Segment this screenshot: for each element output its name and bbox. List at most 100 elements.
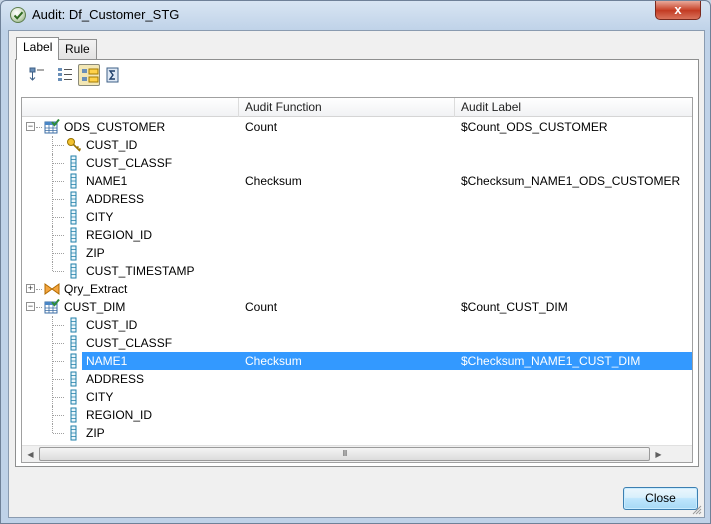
column-icon — [70, 317, 77, 333]
collapse-tree-button[interactable] — [26, 64, 48, 86]
tree-connector — [53, 163, 64, 164]
tree-row[interactable]: ADDRESS — [22, 370, 692, 388]
node-name: REGION_ID — [86, 408, 153, 422]
collapse-icon[interactable]: − — [26, 302, 35, 311]
header-audit-label[interactable]: Audit Label — [454, 98, 692, 117]
audit-label-cell[interactable]: $Checksum_NAME1_ODS_CUSTOMER — [461, 172, 680, 190]
column-icon — [70, 353, 77, 369]
horizontal-scrollbar[interactable]: ◀ III ▶ — [22, 445, 692, 462]
tree-row[interactable]: CITY — [22, 208, 692, 226]
query-transform-icon — [44, 283, 60, 295]
audit-dialog: Audit: Df_Customer_STG x Label Rule Audi… — [0, 0, 711, 524]
scroll-left-arrow[interactable]: ◀ — [22, 446, 39, 462]
expand-all-icon — [58, 68, 72, 81]
node-name: NAME1 — [86, 354, 128, 368]
node-name: CUST_DIM — [64, 300, 126, 314]
column-icon — [70, 227, 77, 243]
tree-row[interactable]: CUST_ID — [22, 136, 692, 154]
column-icon — [70, 371, 77, 387]
node-name: CUST_TIMESTAMP — [86, 264, 195, 278]
window-close-button[interactable]: x — [655, 1, 701, 20]
tree-row[interactable]: ZIP — [22, 424, 692, 442]
tree-row[interactable]: ZIP — [22, 244, 692, 262]
expand-icon[interactable]: + — [26, 284, 35, 293]
node-name: Qry_Extract — [64, 282, 128, 296]
tree-row[interactable]: + Qry_Extract — [22, 280, 692, 298]
tree-row[interactable]: NAME1 Checksum $Checksum_NAME1_CUST_DIM — [22, 352, 692, 370]
tree-row[interactable]: − ODS_CUSTOMER Count $Count_ODS_CUSTOMER — [22, 118, 692, 136]
audit-function-cell[interactable]: Count — [245, 298, 277, 316]
column-icon — [70, 335, 77, 351]
title-bar[interactable]: Audit: Df_Customer_STG x — [1, 1, 710, 29]
audit-label-cell[interactable]: $Checksum_NAME1_CUST_DIM — [461, 352, 640, 370]
tree-row[interactable]: − CUST_DIM Count $Count_CUST_DIM — [22, 298, 692, 316]
audit-function-cell[interactable]: Checksum — [245, 352, 302, 370]
dialog-body: Label Rule Audit Function Audit Label − … — [8, 30, 705, 518]
tree-connector — [52, 262, 53, 271]
header-audit-function[interactable]: Audit Function — [238, 98, 454, 117]
show-labeled-only-button[interactable] — [78, 64, 100, 86]
label-tab-panel: Audit Function Audit Label − ODS_CUSTOMER… — [15, 59, 699, 467]
tree-connector — [53, 379, 64, 380]
tree-connector — [53, 217, 64, 218]
audit-label-cell[interactable]: $Count_CUST_DIM — [461, 298, 568, 316]
column-icon — [70, 155, 77, 171]
node-name: ODS_CUSTOMER — [64, 120, 166, 134]
app-check-icon — [10, 7, 26, 23]
node-name: ZIP — [86, 426, 105, 440]
scroll-right-arrow[interactable]: ▶ — [650, 446, 667, 462]
tree-row[interactable]: CUST_CLASSF — [22, 334, 692, 352]
tree-connector — [52, 424, 53, 433]
tree-connector — [53, 199, 64, 200]
node-name: ADDRESS — [86, 372, 145, 386]
table-icon — [44, 119, 60, 134]
header-object[interactable] — [22, 98, 238, 117]
column-icon — [70, 245, 77, 261]
tree-connector — [53, 181, 64, 182]
sigma-function-button[interactable] — [102, 64, 124, 86]
tree-row[interactable]: CUST_TIMESTAMP — [22, 262, 692, 280]
tree-row[interactable]: CUST_ID — [22, 316, 692, 334]
column-icon — [70, 425, 77, 441]
tree-row[interactable]: REGION_ID — [22, 406, 692, 424]
audit-function-cell[interactable]: Count — [245, 118, 277, 136]
collapse-icon[interactable]: − — [26, 122, 35, 131]
node-name: CITY — [86, 210, 114, 224]
tree-row[interactable]: NAME1 Checksum $Checksum_NAME1_ODS_CUSTOME… — [22, 172, 692, 190]
column-icon — [70, 407, 77, 423]
grid-rows: − ODS_CUSTOMER Count $Count_ODS_CUSTOMER CUS… — [22, 118, 692, 442]
tree-connector — [53, 433, 64, 434]
tree-connector — [53, 415, 64, 416]
node-name: NAME1 — [86, 174, 128, 188]
tree-row[interactable]: REGION_ID — [22, 226, 692, 244]
resize-grip-icon[interactable] — [692, 505, 702, 515]
tree-connector — [53, 253, 64, 254]
audit-label-cell[interactable]: $Count_ODS_CUSTOMER — [461, 118, 608, 136]
tree-connector — [53, 235, 64, 236]
node-name: CUST_ID — [86, 138, 138, 152]
tree-row[interactable]: CITY — [22, 388, 692, 406]
audit-tree-grid: Audit Function Audit Label − ODS_CUSTOMER… — [21, 97, 693, 463]
expand-all-button[interactable] — [54, 64, 76, 86]
node-name: ZIP — [86, 246, 105, 260]
window-title: Audit: Df_Customer_STG — [32, 7, 180, 22]
tab-label[interactable]: Label — [16, 37, 60, 60]
collapse-tree-icon — [29, 67, 44, 81]
audit-function-cell[interactable]: Checksum — [245, 172, 302, 190]
node-name: ADDRESS — [86, 192, 145, 206]
tree-connector — [36, 289, 42, 290]
tree-connector — [53, 397, 64, 398]
scroll-thumb[interactable]: III — [39, 447, 650, 461]
tree-connector — [53, 145, 64, 146]
tree-row[interactable]: ADDRESS — [22, 190, 692, 208]
node-name: CUST_CLASSF — [86, 156, 173, 170]
column-icon — [70, 191, 77, 207]
tab-rule[interactable]: Rule — [58, 39, 97, 59]
primary-key-icon — [67, 138, 82, 152]
tree-row[interactable]: CUST_CLASSF — [22, 154, 692, 172]
grid-header: Audit Function Audit Label — [22, 98, 692, 117]
node-name: CITY — [86, 390, 114, 404]
close-button[interactable]: Close — [623, 487, 698, 510]
tree-connector — [36, 307, 42, 308]
column-icon — [70, 173, 77, 189]
